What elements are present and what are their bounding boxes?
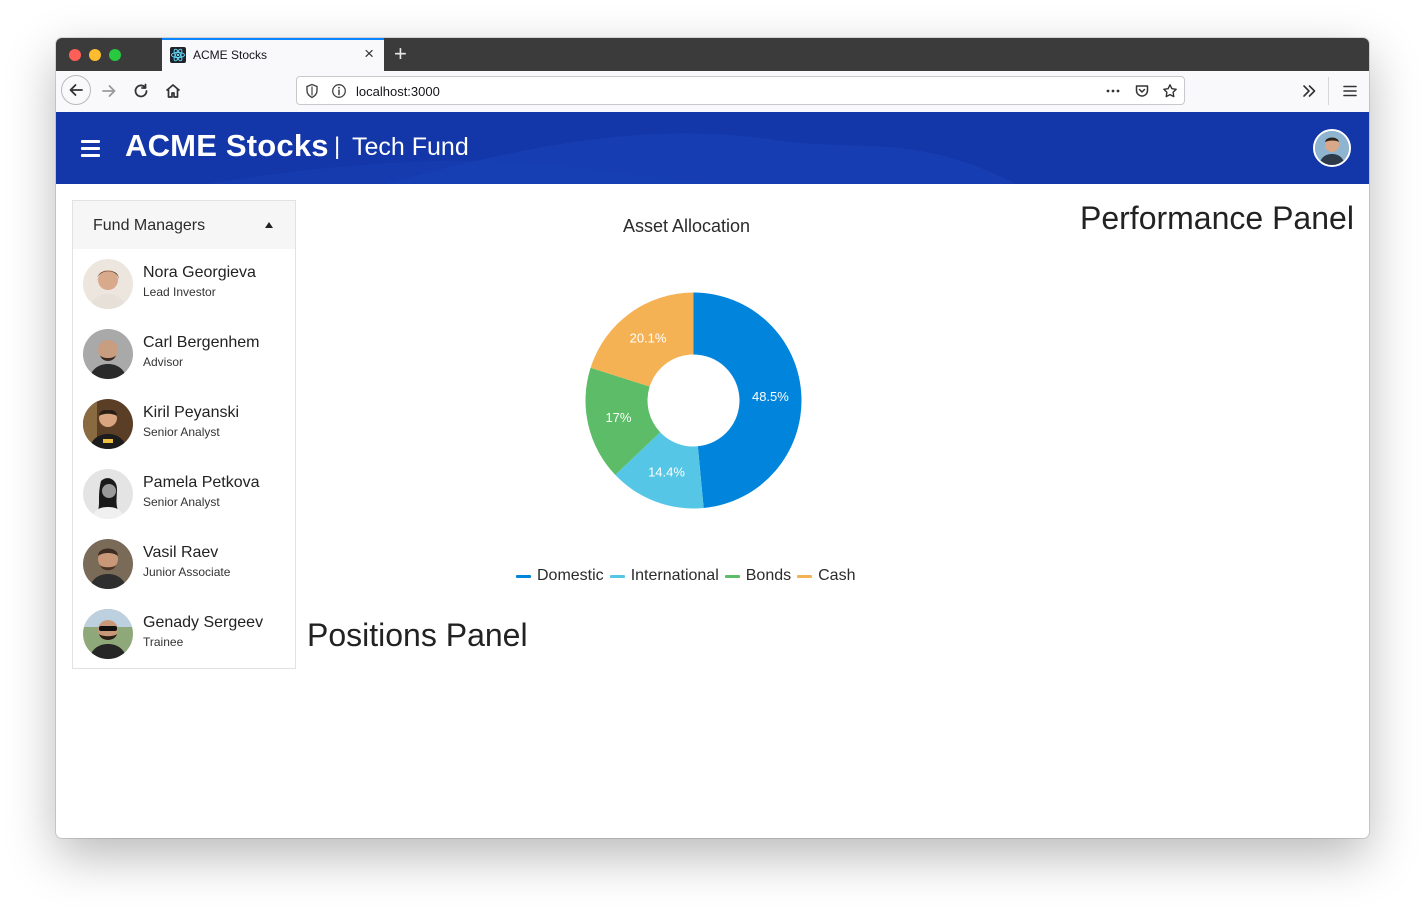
manager-name: Pamela Petkova [143,474,260,491]
caret-up-icon[interactable] [265,222,273,228]
legend-swatch [609,574,625,578]
manager-avatar [83,539,133,589]
legend-label: Domestic [537,567,604,584]
manager-avatar [83,609,133,659]
manager-item[interactable]: Carl Bergenhem Advisor [73,319,295,389]
react-icon [170,47,186,63]
maximize-window-button[interactable] [109,49,121,61]
info-icon[interactable] [331,83,347,99]
legend-label: Cash [818,567,856,584]
home-button[interactable] [158,76,188,106]
manager-item[interactable]: Kiril Peyanski Senior Analyst [73,389,295,459]
manager-item[interactable]: Nora Georgieva Lead Investor [73,249,295,319]
chart-title: Asset Allocation [623,216,751,236]
manager-avatar [83,329,133,379]
manager-role: Lead Investor [143,285,216,299]
legend-item-bonds[interactable]: Bonds [724,567,792,585]
close-window-button[interactable] [69,49,81,61]
brand-title: ACME Stocks [125,128,329,163]
donut-slice-label: 20.1% [630,330,667,345]
new-tab-icon[interactable]: + [394,41,407,67]
manager-name: Carl Bergenhem [143,334,260,351]
arrow-left-icon [69,84,83,96]
manager-avatar [83,469,133,519]
manager-name: Vasil Raev [143,544,219,561]
manager-avatar [83,399,133,449]
fund-managers-title: Fund Managers [93,217,206,234]
toolbar-divider [1328,77,1329,105]
hamburger-menu-icon[interactable] [81,140,101,157]
fund-managers-panel: Fund Managers Nora Georgieva Lead Invest… [72,200,296,669]
user-avatar[interactable] [1313,129,1351,167]
manager-role: Senior Analyst [143,495,220,509]
asset-allocation-donut-chart: 48.5% 14.4% 17% 20.1% [585,292,802,509]
manager-name: Genady Sergeev [143,614,264,631]
manager-item[interactable]: Genady Sergeev Trainee [73,599,295,669]
home-icon [165,84,181,98]
address-bar[interactable]: localhost:3000 [296,76,1185,105]
brand-separator: | [334,133,341,160]
minimize-window-button[interactable] [89,49,101,61]
chart-legend: Domestic International Bonds Cash [516,566,861,586]
manager-item[interactable]: Pamela Petkova Senior Analyst [73,459,295,529]
star-icon[interactable] [1162,83,1178,99]
legend-label: International [630,567,719,584]
legend-swatch [516,574,531,578]
fund-managers-header[interactable]: Fund Managers [73,201,295,249]
chevron-double-right-icon [1303,85,1316,97]
legend-item-cash[interactable]: Cash [797,567,855,585]
back-button[interactable] [61,75,91,105]
app-header: ACME Stocks | Tech Fund [56,112,1369,184]
tab-strip: ACME Stocks × + [56,38,1369,71]
user-avatar-icon [1315,131,1349,165]
manager-role: Senior Analyst [143,425,220,439]
donut-slice-label: 48.5% [752,389,789,404]
browser-window: ACME Stocks × + localhost:3000 ACME Stoc… [56,38,1369,838]
donut-slice-label: 17% [605,410,631,425]
manager-role: Junior Associate [143,565,231,579]
manager-role: Advisor [143,355,184,369]
fund-name: Tech Fund [352,133,469,161]
manager-name: Nora Georgieva [143,264,256,281]
app-menu-button[interactable] [1335,76,1365,106]
manager-avatar [83,259,133,309]
legend-swatch [724,574,740,578]
menu-icon [1343,85,1357,97]
donut-slice-label: 14.4% [648,465,685,480]
manager-name: Kiril Peyanski [143,404,240,421]
performance-panel-title: Performance Panel [1080,200,1354,236]
legend-label: Bonds [745,567,792,584]
overflow-menu-button[interactable] [1294,76,1324,106]
url-text[interactable]: localhost:3000 [356,84,440,99]
arrow-right-icon [102,85,116,97]
manager-role: Trainee [143,635,184,649]
pocket-icon[interactable] [1134,83,1150,99]
more-options-icon[interactable] [1105,83,1121,99]
close-tab-icon[interactable]: × [364,45,374,63]
shield-icon[interactable] [304,83,320,99]
reload-icon [134,83,148,98]
browser-tab[interactable]: ACME Stocks × [162,38,384,71]
positions-panel-title: Positions Panel [307,617,528,653]
tab-title: ACME Stocks [193,48,268,62]
legend-item-international[interactable]: International [609,567,719,585]
forward-button[interactable] [94,76,124,106]
legend-item-domestic[interactable]: Domestic [516,567,604,585]
manager-item[interactable]: Vasil Raev Junior Associate [73,529,295,599]
navigation-bar: localhost:3000 [56,71,1369,113]
legend-swatch [797,574,813,578]
reload-button[interactable] [126,76,156,106]
